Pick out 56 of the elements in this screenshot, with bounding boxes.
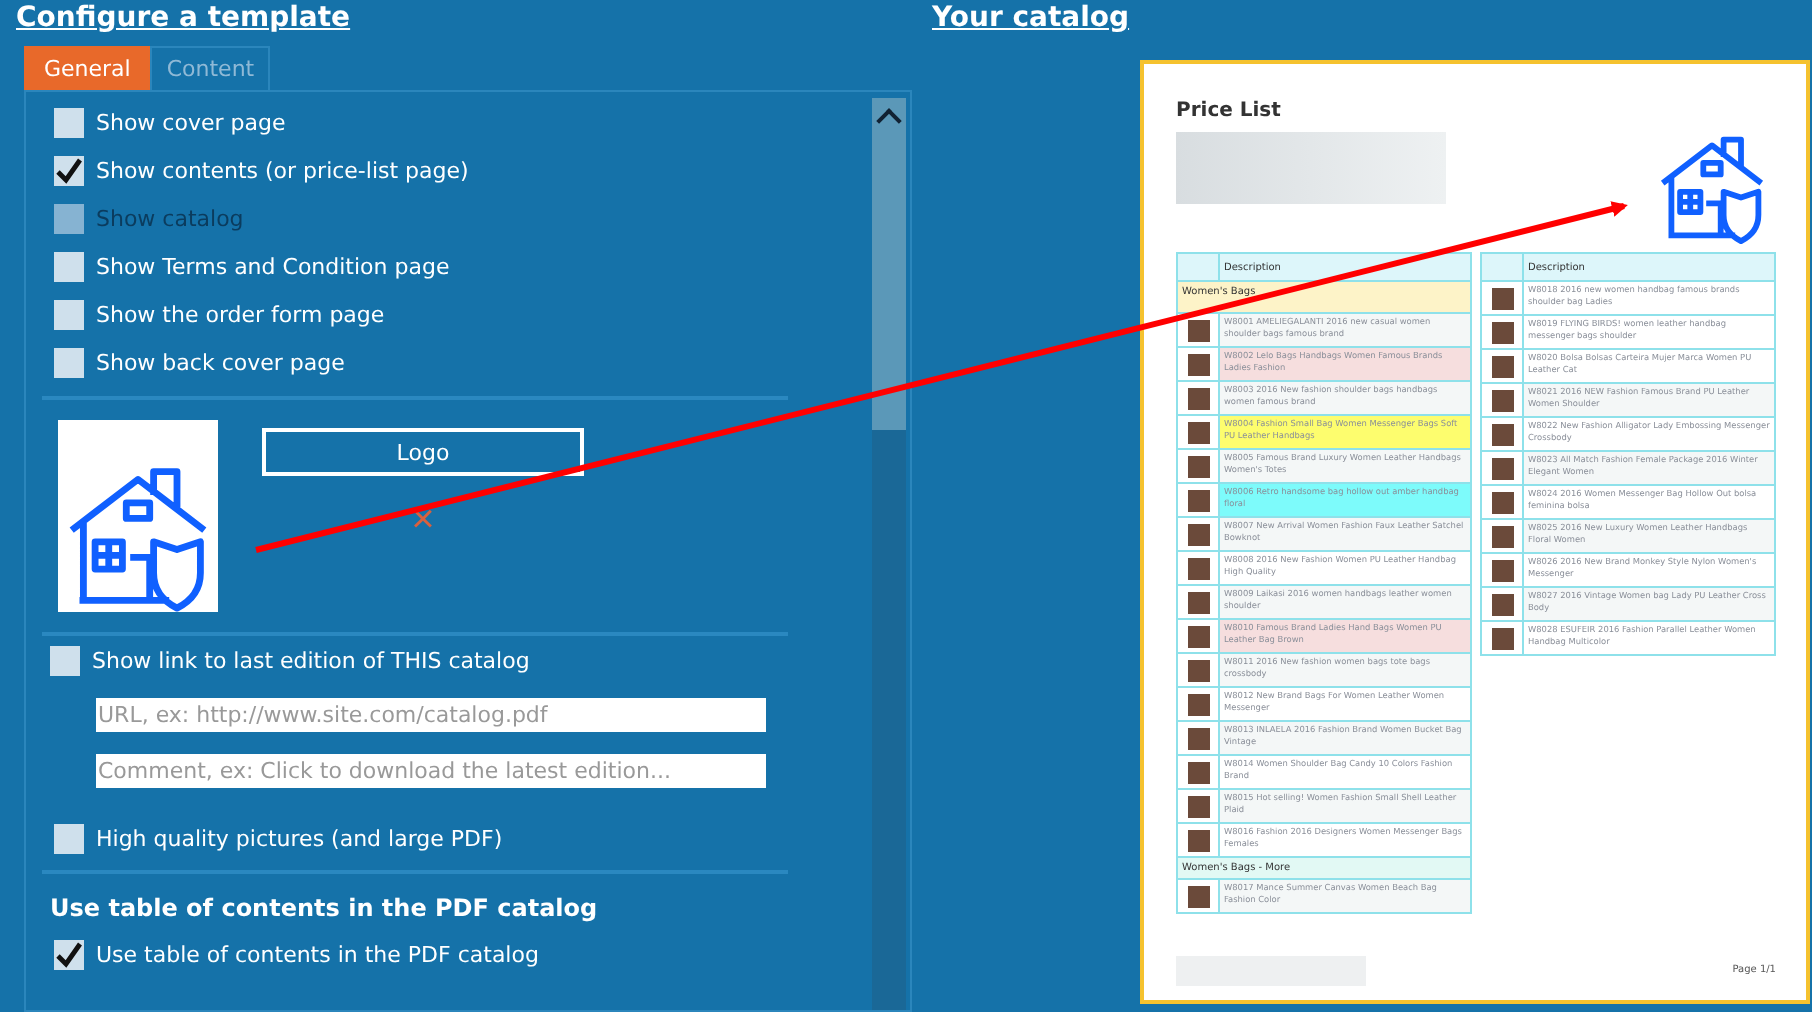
checkbox[interactable] xyxy=(54,156,84,186)
scrollbar-thumb[interactable] xyxy=(872,430,906,1010)
checkbox[interactable] xyxy=(54,348,84,378)
checkbox[interactable] xyxy=(54,252,84,282)
tab[interactable]: General xyxy=(24,46,151,90)
photo-placeholder xyxy=(1491,593,1513,615)
photo-placeholder xyxy=(1187,353,1209,375)
checkbox-label: Show Terms and Condition page xyxy=(96,254,450,280)
checkbox[interactable] xyxy=(50,646,80,676)
checkbox-label: Show the order form page xyxy=(96,302,385,328)
photo-placeholder xyxy=(1187,625,1209,647)
checkbox[interactable] xyxy=(54,300,84,330)
checkbox-label: Show back cover page xyxy=(96,350,345,376)
checkbox-label: Show contents (or price-list page) xyxy=(96,158,469,184)
checkbox-label: Show catalog xyxy=(96,206,244,232)
photo-placeholder xyxy=(1491,457,1513,479)
photo-placeholder xyxy=(1491,389,1513,411)
checkbox-label: Show link to last edition of THIS catalog xyxy=(92,648,530,674)
photo-placeholder xyxy=(1187,727,1209,749)
photo-placeholder xyxy=(1187,829,1209,851)
photo-placeholder xyxy=(1187,591,1209,613)
photo-placeholder xyxy=(1491,321,1513,343)
photo-placeholder xyxy=(1187,523,1209,545)
logo-button[interactable]: Logo xyxy=(262,428,584,476)
photo-placeholder xyxy=(1187,387,1209,409)
photo-placeholder xyxy=(1491,559,1513,581)
checkbox-label: High quality pictures (and large PDF) xyxy=(96,826,503,852)
checkbox-label: Show cover page xyxy=(96,110,286,136)
page-title: Price List xyxy=(1176,100,1283,122)
checkbox[interactable] xyxy=(54,940,84,970)
scrollbar[interactable] xyxy=(872,98,906,1010)
photo-placeholder xyxy=(1491,491,1513,513)
photo-placeholder xyxy=(1187,421,1209,443)
section-title: Your catalog xyxy=(932,2,1130,38)
checkbox[interactable] xyxy=(54,824,84,854)
input-field[interactable]: URL, ex: http://www.site.com/catalog.pdf xyxy=(96,698,766,732)
section-title: Configure a template xyxy=(16,2,351,38)
photo-placeholder xyxy=(1187,557,1209,579)
photo-placeholder xyxy=(1491,627,1513,649)
photo-placeholder xyxy=(1491,525,1513,547)
photo-placeholder xyxy=(1187,761,1209,783)
photo-placeholder xyxy=(1491,355,1513,377)
photo-placeholder xyxy=(1187,885,1209,907)
tab[interactable]: Content xyxy=(150,46,271,90)
photo-placeholder xyxy=(1187,319,1209,341)
photo-placeholder xyxy=(1187,659,1209,681)
photo-placeholder xyxy=(1187,693,1209,715)
checkbox[interactable] xyxy=(54,108,84,138)
photo-placeholder xyxy=(1491,287,1513,309)
checkbox-label: Use table of contents in the PDF catalog xyxy=(96,942,539,968)
photo-placeholder xyxy=(1187,455,1209,477)
input-field[interactable]: Comment, ex: Click to download the latest edition... xyxy=(96,754,766,788)
photo-placeholder xyxy=(1187,795,1209,817)
section-heading: Use table of contents in the PDF catalog xyxy=(50,894,600,922)
photo-placeholder xyxy=(1491,423,1513,445)
photo-placeholder xyxy=(1187,489,1209,511)
